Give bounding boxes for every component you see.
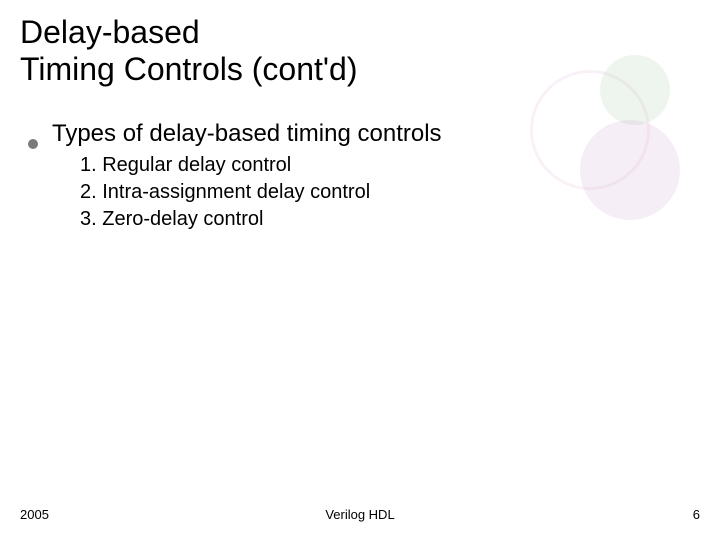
slide: Delay-based Timing Controls (cont'd) Typ… [0, 0, 720, 540]
bullet-icon [28, 139, 38, 149]
bullet-item: Types of delay-based timing controls [28, 120, 692, 148]
title-line-2: Timing Controls (cont'd) [20, 51, 700, 88]
title-line-1: Delay-based [20, 14, 700, 51]
slide-body: Types of delay-based timing controls 1. … [28, 120, 692, 235]
sublist-item: 1. Regular delay control [80, 154, 692, 177]
slide-title: Delay-based Timing Controls (cont'd) [20, 14, 700, 88]
footer-year: 2005 [20, 507, 49, 522]
sublist-item: 2. Intra-assignment delay control [80, 181, 692, 204]
footer-page-number: 6 [693, 507, 700, 522]
sublist: 1. Regular delay control 2. Intra-assign… [80, 154, 692, 231]
footer: 2005 Verilog HDL 6 [20, 507, 700, 522]
sublist-item: 3. Zero-delay control [80, 208, 692, 231]
bullet-text: Types of delay-based timing controls [52, 120, 442, 148]
footer-center: Verilog HDL [325, 507, 394, 522]
